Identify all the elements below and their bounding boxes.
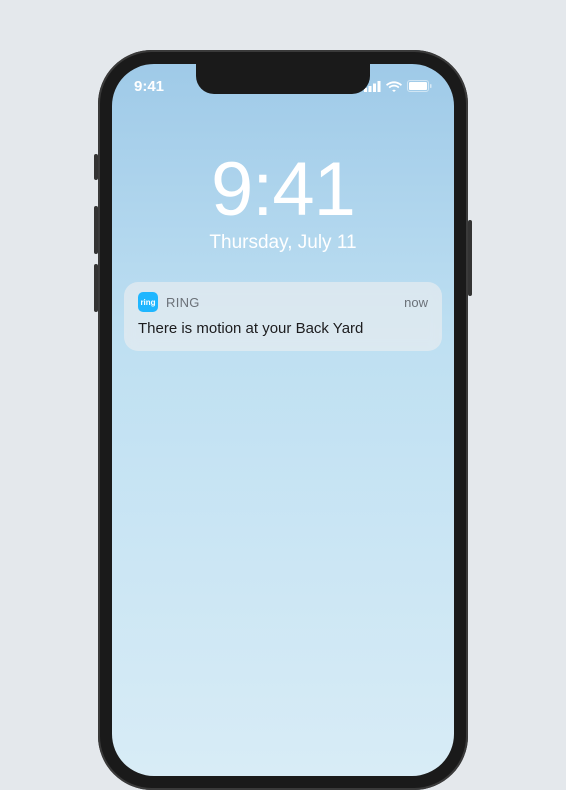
notification-timestamp: now xyxy=(404,295,428,310)
notification-card[interactable]: ring RING now There is motion at your Ba… xyxy=(124,282,442,351)
notification-header: ring RING now xyxy=(138,292,428,312)
status-time: 9:41 xyxy=(134,78,164,95)
status-indicators xyxy=(364,80,432,92)
notification-message: There is motion at your Back Yard xyxy=(138,320,428,337)
power-button[interactable] xyxy=(468,220,472,296)
lock-time: 9:41 xyxy=(112,152,454,228)
notch xyxy=(196,64,370,94)
lock-clock: 9:41 Thursday, July 11 xyxy=(112,152,454,254)
volume-up-button[interactable] xyxy=(94,206,98,254)
wifi-icon xyxy=(386,81,402,92)
ring-app-icon: ring xyxy=(138,292,158,312)
phone-frame: 9:41 9:41 Thursday, July 11 ring RING no… xyxy=(98,50,468,790)
silence-switch[interactable] xyxy=(94,154,98,180)
battery-icon xyxy=(407,80,432,92)
notification-app-name: RING xyxy=(166,295,200,310)
volume-down-button[interactable] xyxy=(94,264,98,312)
phone-screen: 9:41 9:41 Thursday, July 11 ring RING no… xyxy=(112,64,454,776)
lock-date: Thursday, July 11 xyxy=(112,232,454,254)
